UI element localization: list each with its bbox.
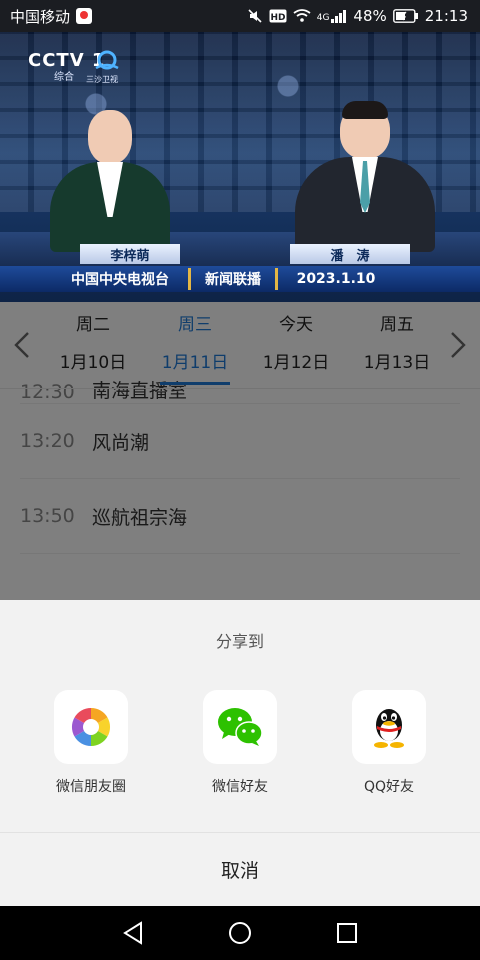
wifi-icon [293, 9, 311, 22]
recents-icon[interactable] [333, 919, 361, 947]
share-sheet-title: 分享到 [215, 632, 264, 651]
watermark-label: 三沙卫视 [86, 75, 118, 84]
share-moments-button[interactable]: 微信朋友圈 [54, 690, 128, 796]
clock: 21:13 [424, 7, 468, 25]
anchor-female [50, 104, 170, 252]
app-notification-icon [76, 8, 93, 24]
hd-icon: HD [269, 9, 287, 23]
caption-date: 2023.1.10 [296, 271, 376, 287]
share-qq-label: QQ好友 [363, 779, 415, 795]
battery-icon [392, 9, 418, 23]
wechat-icon [203, 690, 277, 764]
anchor-male [295, 101, 435, 252]
carrier-label: 中国移动 [10, 7, 71, 26]
anchor-name-right: 潘 涛 [290, 244, 410, 264]
home-icon[interactable] [226, 919, 254, 947]
share-qq-button[interactable]: QQ好友 [352, 690, 426, 796]
svg-text:HD: HD [270, 13, 285, 23]
share-targets: 微信朋友圈 微信好友 QQ好友 [0, 690, 480, 796]
sansha-logo-icon [95, 50, 119, 70]
share-moments-label: 微信朋友圈 [56, 779, 126, 795]
battery-percent: 48% [353, 7, 387, 25]
moments-icon [54, 690, 128, 764]
cancel-button[interactable]: 取消 [0, 833, 480, 906]
video-player[interactable]: CCTV 1 综合 三沙卫视 李梓萌 潘 涛 中国中央电视台 新闻联播 2023… [0, 32, 480, 302]
qq-icon [352, 690, 426, 764]
modal-backdrop[interactable] [0, 302, 480, 600]
system-nav-bar [0, 906, 480, 960]
share-wechat-button[interactable]: 微信好友 [203, 690, 277, 796]
back-icon[interactable] [119, 919, 147, 947]
share-wechat-label: 微信好友 [212, 779, 268, 795]
status-bar: 中国移动 HD 4G 48% 21:13 [0, 0, 480, 32]
news-lower-third: 李梓萌 潘 涛 中国中央电视台 新闻联播 2023.1.10 [0, 244, 480, 302]
share-sheet: 分享到 微信朋友圈 微信好友 QQ好友 取消 [0, 600, 480, 906]
anchor-name-left: 李梓萌 [80, 244, 180, 264]
channel-sub-label: 综合 [54, 72, 74, 83]
caption-bar: 中国中央电视台 新闻联播 2023.1.10 [0, 266, 480, 292]
caption-station: 中国中央电视台 [71, 272, 169, 288]
signal-icon [331, 10, 347, 23]
network-type: 4G [316, 13, 330, 23]
caption-program: 新闻联播 [205, 272, 261, 288]
mute-icon [248, 9, 262, 23]
